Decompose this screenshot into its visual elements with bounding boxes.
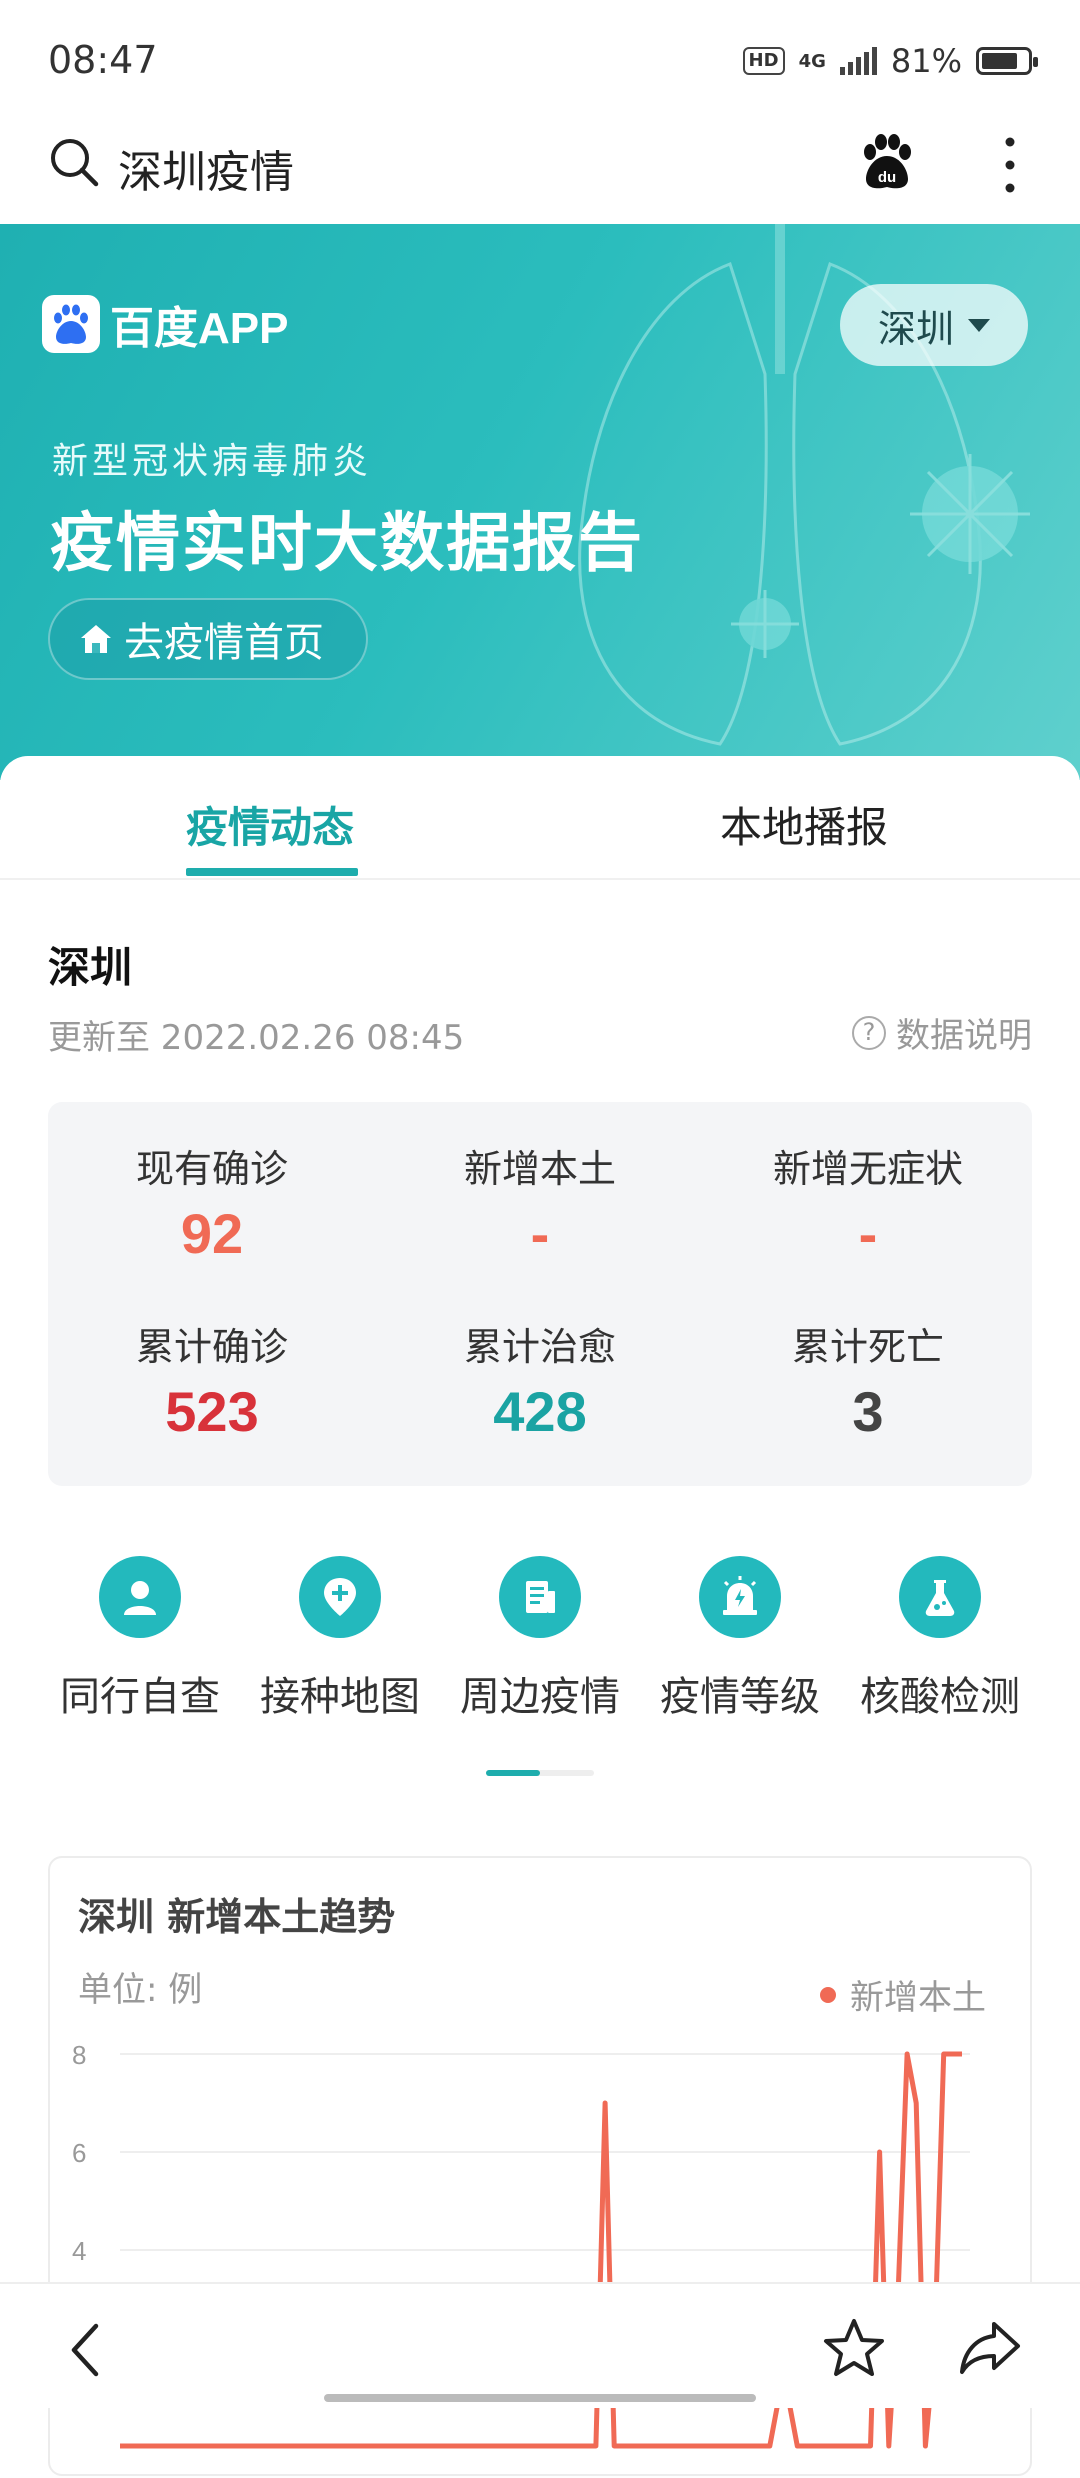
signal-icon bbox=[839, 47, 877, 75]
city-selector[interactable]: 深圳 bbox=[840, 284, 1028, 366]
flask-icon bbox=[899, 1556, 981, 1638]
stat-value: - bbox=[530, 1202, 550, 1265]
battery-icon bbox=[976, 47, 1038, 75]
legend-label: 新增本土 bbox=[850, 1978, 986, 2018]
baidu-app-logo: 百度APP bbox=[42, 292, 288, 356]
home-icon bbox=[81, 625, 111, 653]
pager-active-indicator bbox=[486, 1770, 540, 1776]
y-tick-label: 4 bbox=[72, 2236, 86, 2266]
legend-dot bbox=[820, 1986, 836, 2003]
status-indicators: HD 4G 81% bbox=[742, 42, 1038, 80]
y-tick-label: 8 bbox=[72, 2040, 86, 2070]
battery-percent: 81% bbox=[890, 42, 962, 80]
person-icon bbox=[99, 1556, 181, 1638]
map-pin-plus-icon bbox=[299, 1556, 381, 1638]
main-content: 疫情动态 本地播报 深圳 更新至 2022.02.26 08:45 ? 数据说明… bbox=[0, 756, 1080, 2476]
quick-link-label: 同行自查 bbox=[60, 1674, 220, 1720]
back-icon[interactable] bbox=[62, 2320, 112, 2380]
stat-value: 3 bbox=[852, 1380, 884, 1443]
banner-title: 疫情实时大数据报告 bbox=[50, 507, 644, 581]
star-icon[interactable] bbox=[822, 2316, 886, 2380]
stat-total-deaths: 累计死亡 3 bbox=[704, 1316, 1032, 1444]
svg-text:du: du bbox=[878, 169, 896, 186]
network-label: 4G bbox=[798, 50, 826, 72]
baidu-logo-icon bbox=[42, 295, 100, 353]
active-tab-indicator bbox=[186, 868, 358, 876]
stat-new-local: 新增本土 - bbox=[376, 1138, 704, 1266]
bottom-toolbar bbox=[0, 2282, 1080, 2408]
stat-value: 523 bbox=[165, 1380, 259, 1443]
chart-legend: 新增本土 bbox=[820, 1970, 986, 2019]
more-menu-icon[interactable] bbox=[996, 134, 1024, 196]
stat-label: 新增无症状 bbox=[772, 1147, 963, 1191]
quick-link-risk-level[interactable]: 疫情等级 bbox=[640, 1556, 840, 1722]
data-note-label: 数据说明 bbox=[896, 1016, 1032, 1056]
home-button-label: 去疫情首页 bbox=[124, 620, 324, 666]
stat-label: 现有确诊 bbox=[135, 1147, 288, 1191]
stat-label: 累计治愈 bbox=[463, 1325, 616, 1369]
help-icon: ? bbox=[852, 1015, 886, 1050]
home-indicator bbox=[324, 2394, 756, 2402]
quick-link-label: 核酸检测 bbox=[860, 1674, 1020, 1720]
quick-link-label: 接种地图 bbox=[260, 1674, 420, 1720]
y-tick-label: 6 bbox=[72, 2138, 86, 2168]
search-icon[interactable] bbox=[48, 136, 100, 188]
search-query[interactable]: 深圳疫情 bbox=[118, 136, 294, 200]
chart-title: 深圳 新增本土趋势 bbox=[78, 1895, 396, 1939]
tab-bar: 疫情动态 本地播报 bbox=[0, 756, 1080, 880]
status-bar: 08:47 HD 4G 81% bbox=[0, 0, 1080, 120]
caret-down-icon bbox=[968, 318, 990, 332]
epidemic-banner: 百度APP 深圳 新型冠状病毒肺炎 疫情实时大数据报告 去疫情首页 bbox=[0, 224, 1080, 780]
share-icon[interactable] bbox=[958, 2318, 1022, 2378]
update-time: 更新至 2022.02.26 08:45 bbox=[48, 1018, 465, 1058]
status-time: 08:47 bbox=[48, 38, 158, 82]
tab-local-news[interactable]: 本地播报 bbox=[720, 794, 888, 855]
city-label: 深圳 bbox=[877, 306, 954, 351]
quick-link-vaccine-map[interactable]: 接种地图 bbox=[240, 1556, 440, 1722]
chart-unit: 单位: 例 bbox=[78, 1970, 203, 2010]
alarm-icon bbox=[699, 1556, 781, 1638]
logo-text: 百度APP bbox=[110, 304, 289, 353]
quick-link-nearby[interactable]: 周边疫情 bbox=[440, 1556, 640, 1722]
epidemic-home-button[interactable]: 去疫情首页 bbox=[48, 598, 368, 680]
baidu-paw-icon[interactable]: du bbox=[856, 132, 918, 194]
stats-panel: 现有确诊 92 新增本土 - 新增无症状 - 累计确诊 523 累计治愈 428… bbox=[48, 1102, 1032, 1486]
stat-new-asymptomatic: 新增无症状 - bbox=[704, 1138, 1032, 1266]
stat-value: 92 bbox=[180, 1202, 244, 1265]
region-name: 深圳 bbox=[48, 943, 133, 992]
document-icon bbox=[499, 1556, 581, 1638]
stat-label: 累计死亡 bbox=[791, 1325, 944, 1369]
stat-total-recovered: 累计治愈 428 bbox=[376, 1316, 704, 1444]
trend-chart: 8 6 4 bbox=[72, 2040, 970, 2449]
quick-link-nucleic-test[interactable]: 核酸检测 bbox=[840, 1556, 1040, 1722]
stat-total-confirmed: 累计确诊 523 bbox=[48, 1316, 376, 1444]
stat-label: 累计确诊 bbox=[135, 1325, 288, 1369]
stat-label: 新增本土 bbox=[463, 1147, 616, 1191]
banner-subtitle: 新型冠状病毒肺炎 bbox=[52, 441, 373, 482]
stat-value: - bbox=[858, 1202, 878, 1265]
quick-link-pager bbox=[486, 1770, 594, 1776]
stat-value: 428 bbox=[493, 1380, 587, 1443]
data-note-link[interactable]: ? 数据说明 bbox=[852, 1008, 1032, 1057]
quick-link-label: 疫情等级 bbox=[660, 1674, 820, 1720]
tab-epidemic-updates[interactable]: 疫情动态 bbox=[186, 794, 354, 855]
quick-link-travel-check[interactable]: 同行自查 bbox=[40, 1556, 240, 1722]
stat-current-confirmed: 现有确诊 92 bbox=[48, 1138, 376, 1266]
quick-link-label: 周边疫情 bbox=[460, 1674, 620, 1720]
hd-icon: HD bbox=[742, 47, 785, 75]
